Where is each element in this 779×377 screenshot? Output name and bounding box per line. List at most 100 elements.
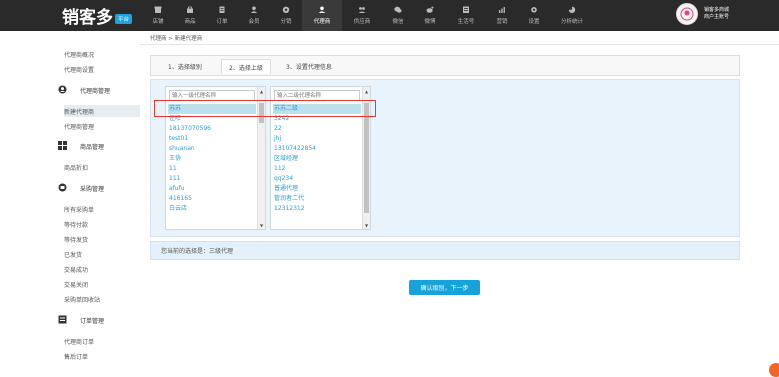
user-menu[interactable]: 销客多商城 商户主账号 (676, 3, 729, 25)
top-navbar: 销客多 平台 店铺 商品 订单 会员 分销 代理商 供应商 微信 微博 生活号 营销 设置 分析统计 销… (0, 0, 779, 31)
agent-list-item[interactable]: 普通代理 (273, 184, 361, 194)
user-store-name: 销客多商城 (704, 7, 730, 13)
agent-list-item[interactable]: 22 (273, 124, 361, 134)
doc-icon (58, 315, 67, 324)
nav-item-0[interactable]: 店铺 (142, 0, 174, 31)
nav-label: 生活号 (457, 18, 475, 25)
agent-list-item[interactable]: 112 (273, 164, 361, 174)
sidebar-item-awaiting-shipment[interactable]: 等待发货 (64, 233, 140, 245)
floating-help-icon[interactable] (769, 363, 779, 377)
tab-select-level[interactable]: 1、选择级别 (161, 59, 209, 74)
supplier-icon (358, 7, 366, 14)
sidebar-item-agent-overview[interactable]: 代理商概况 (64, 48, 140, 60)
nav-label: 设置 (528, 18, 540, 25)
sidebar-item-agent-orders[interactable]: 代理商订单 (64, 335, 140, 347)
sidebar-item-agent-settings[interactable]: 代理商设置 (64, 63, 140, 75)
agent-icon (318, 6, 326, 14)
nav-label: 分销 (280, 18, 292, 25)
agent-list-item[interactable]: 区域经理 (273, 154, 361, 164)
nav-item-12[interactable]: 分析统计 (550, 0, 594, 31)
weibo-icon (426, 6, 434, 14)
agent-list-item[interactable]: test01 (168, 134, 256, 144)
scroll-thumb[interactable] (364, 103, 369, 213)
agent-list-item[interactable]: 13107422854 (273, 144, 361, 154)
sidebar-item-new-agent[interactable]: 新建代理商 (64, 105, 140, 117)
agent-list-item[interactable]: afufu (168, 184, 256, 194)
agent-list-item[interactable]: jhj (273, 134, 361, 144)
brand-logo[interactable]: 销客多 平台 (62, 4, 133, 28)
nav-item-6[interactable]: 供应商 (342, 0, 382, 31)
sidebar-item-purchase-recycle[interactable]: 采购单回收站 (64, 293, 140, 305)
agent-list-item[interactable]: 王协 (168, 154, 256, 164)
nav-item-9[interactable]: 生活号 (446, 0, 486, 31)
sidebar-group-order-mgmt[interactable]: 订单管理 (80, 316, 104, 325)
nav-item-7[interactable]: 微信 (382, 0, 414, 31)
store-icon (154, 6, 162, 14)
agent-list-item[interactable]: shuanan (168, 144, 256, 154)
sidebar-item-after-sale-orders[interactable]: 售后订单 (64, 350, 140, 362)
agent-list-item[interactable]: 416165 (168, 194, 256, 204)
sidebar-item-shipped[interactable]: 已发货 (64, 248, 140, 260)
scroll-up-icon[interactable]: ▲ (364, 88, 369, 94)
nav-label: 商品 (184, 18, 196, 25)
wizard-steps: 1、选择级别 2、选择上级 3、设置代理信息 (150, 55, 740, 76)
level1-agent-list: 苏苏 任旺 18137070596 test01 shuanan 王协 11 111 afufu… (168, 104, 256, 214)
life-icon (462, 6, 470, 14)
agent-list-item[interactable]: 12312312 (273, 204, 361, 214)
breadcrumb: 代理商 > 新建代理商 (150, 36, 203, 42)
agent-list-item[interactable]: 管润者二代 (273, 194, 361, 204)
agent-mgmt-icon (58, 85, 67, 94)
sidebar-item-trade-success[interactable]: 交易成功 (64, 263, 140, 275)
agent-list-item[interactable]: 11 (168, 164, 256, 174)
nav-item-4[interactable]: 分销 (270, 0, 302, 31)
scroll-up-icon[interactable]: ▲ (259, 88, 264, 94)
nav-item-11[interactable]: 设置 (518, 0, 550, 31)
nav-label: 会员 (248, 18, 260, 25)
selection-highlight-box (154, 100, 376, 117)
nav-item-10[interactable]: 营销 (486, 0, 518, 31)
nav-label: 供应商 (353, 18, 371, 25)
nav-label: 微信 (392, 18, 404, 25)
sidebar-group-agent-mgmt[interactable]: 代理商管理 (80, 86, 110, 95)
sidebar-group-product-mgmt[interactable]: 商品管理 (80, 142, 104, 151)
scroll-down-icon[interactable]: ▼ (364, 222, 369, 228)
level2-agent-list: 苏苏二级 3242 22 jhj 13107422854 区域经理 112 qq234 普通代理… (273, 104, 361, 214)
member-icon (250, 6, 258, 14)
nav-label: 营销 (496, 18, 508, 25)
sidebar-item-agent-manage[interactable]: 代理商管理 (64, 120, 140, 132)
confirm-next-button[interactable]: 确认级别，下一步 (409, 280, 480, 295)
stats-icon (568, 6, 576, 14)
breadcrumb-divider (140, 44, 779, 45)
distribution-icon (282, 6, 290, 14)
nav-item-8[interactable]: 微博 (414, 0, 446, 31)
tab-set-agent-info[interactable]: 3、设置代理信息 (279, 59, 339, 74)
nav-item-3[interactable]: 会员 (238, 0, 270, 31)
sidebar: 代理商概况 代理商设置 代理商管理 新建代理商 代理商管理 商品管理 商品折扣 … (0, 31, 140, 371)
brand-badge: 平台 (115, 14, 133, 24)
current-selection-bar: 您当前的选择是：三级代理 (150, 241, 740, 260)
bag-icon (186, 6, 194, 14)
scroll-down-icon[interactable]: ▼ (259, 222, 264, 228)
agent-list-item[interactable]: 111 (168, 174, 256, 184)
sidebar-item-trade-closed[interactable]: 交易关闭 (64, 278, 140, 290)
agent-list-item[interactable]: qq234 (273, 174, 361, 184)
brand-name: 销客多 (62, 7, 113, 28)
sidebar-item-all-purchases[interactable]: 所有采购单 (64, 203, 140, 215)
user-role: 商户主账号 (704, 14, 730, 20)
sidebar-group-purchase-mgmt[interactable]: 采购管理 (80, 184, 104, 193)
tab-select-parent[interactable]: 2、选择上级 (221, 59, 271, 74)
nav-item-2[interactable]: 订单 (206, 0, 238, 31)
nav-item-1[interactable]: 商品 (174, 0, 206, 31)
agent-list-item[interactable]: 白云店 (168, 204, 256, 214)
grid-icon (58, 141, 67, 150)
avatar[interactable] (676, 3, 698, 25)
sidebar-item-product-discount[interactable]: 商品折扣 (64, 161, 140, 173)
nav-label: 分析统计 (560, 18, 583, 25)
agent-list-item[interactable]: 18137070596 (168, 124, 256, 134)
wechat-icon (394, 7, 402, 14)
nav-item-5[interactable]: 代理商 (302, 0, 342, 31)
sidebar-item-awaiting-payment[interactable]: 等待付款 (64, 218, 140, 230)
gear-icon (530, 7, 538, 14)
avatar-logo-icon (680, 7, 694, 21)
purchase-icon (58, 183, 67, 192)
